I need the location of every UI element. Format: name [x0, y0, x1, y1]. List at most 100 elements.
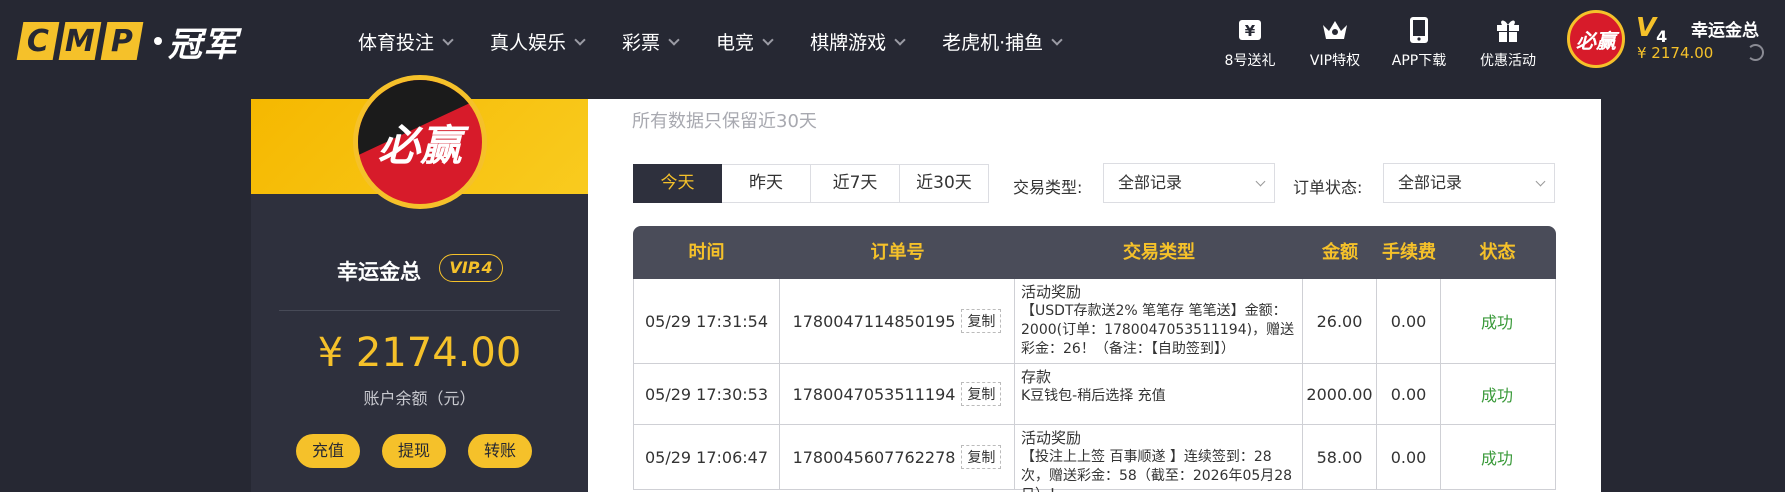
- col-amount: 金额: [1322, 242, 1358, 263]
- col-time: 时间: [688, 242, 725, 263]
- transfer-button[interactable]: 转账: [468, 434, 532, 468]
- avatar-text: 必赢: [1576, 28, 1616, 53]
- chevron-down-icon: [894, 33, 906, 46]
- order-number: 1780045607762278: [792, 447, 956, 467]
- refresh-icon[interactable]: [1747, 44, 1764, 61]
- type-detail: K豆钱包-稍后选择 充值: [1021, 388, 1166, 404]
- order-status-select[interactable]: 全部记录: [1383, 163, 1555, 203]
- nav-lottery[interactable]: 彩票: [622, 28, 680, 55]
- table-header: 时间 订单号 交易类型 金额 手续费 状态: [633, 226, 1556, 279]
- copy-button[interactable]: 复制: [961, 445, 1002, 469]
- nav-label: 体育投注: [358, 32, 435, 54]
- copy-button[interactable]: 复制: [961, 382, 1002, 406]
- cell-order: 1780045607762278 复制: [780, 425, 1015, 489]
- transaction-type-label: 交易类型:: [1013, 178, 1083, 197]
- cell-time: 05/29 17:06:47: [634, 425, 780, 489]
- cell-type: 活动奖励 【投注上上签 百事顺遂 】连续签到：28次，赠送彩金：58（截至：20…: [1015, 425, 1303, 492]
- tool-label: 优惠活动: [1480, 53, 1536, 69]
- type-title: 活动奖励: [1021, 283, 1082, 301]
- withdraw-button[interactable]: 提现: [382, 434, 446, 468]
- chevron-down-icon: [574, 33, 586, 46]
- chevron-down-icon: [442, 33, 454, 46]
- tool-label: 8号送礼: [1224, 53, 1276, 69]
- sidebar-username: 幸运金总: [337, 260, 421, 284]
- nav-esports[interactable]: 电竞: [716, 28, 774, 55]
- date-range-tabs: 今天 昨天 近7天 近30天: [633, 164, 989, 203]
- table-row: 05/29 17:06:47 1780045607762278 复制 活动奖励 …: [633, 425, 1556, 492]
- type-detail: 【投注上上签 百事顺遂 】连续签到：28次，赠送彩金：58（截至：2026年05…: [1021, 449, 1293, 492]
- cell-fee: 0.00: [1377, 425, 1441, 489]
- tool-vip[interactable]: VIP特权: [1300, 16, 1370, 70]
- col-order-number: 订单号: [870, 242, 925, 263]
- order-number: 1780047053511194: [792, 384, 956, 404]
- order-number: 1780047114850195: [792, 311, 956, 331]
- transaction-type-select[interactable]: 全部记录: [1103, 163, 1275, 203]
- nav-sports[interactable]: 体育投注: [358, 28, 454, 55]
- tool-gift-8[interactable]: ¥ 8号送礼: [1215, 16, 1285, 70]
- cell-type: 存款 K豆钱包-稍后选择 充值: [1015, 364, 1303, 424]
- type-title: 存款: [1021, 368, 1052, 386]
- cell-amount: 26.00: [1303, 279, 1377, 363]
- yen-gift-icon: ¥: [1215, 16, 1285, 44]
- tab-yesterday[interactable]: 昨天: [722, 164, 811, 203]
- cell-fee: 0.00: [1377, 279, 1441, 363]
- header-balance: ¥ 2174.00: [1637, 44, 1714, 62]
- main-nav: 体育投注 真人娱乐 彩票 电竞 棋牌游戏 老虎机·捕鱼: [358, 28, 1099, 55]
- deposit-button[interactable]: 充值: [296, 434, 360, 468]
- tool-app-download[interactable]: APP下载: [1384, 16, 1454, 70]
- vip-level-badge: V4: [1636, 13, 1667, 46]
- svg-text:¥: ¥: [1245, 22, 1256, 40]
- logo-letter-c: C: [26, 23, 50, 59]
- cell-order: 1780047114850195 复制: [780, 279, 1015, 363]
- tab-today[interactable]: 今天: [633, 164, 722, 203]
- copy-button[interactable]: 复制: [961, 309, 1002, 333]
- type-detail: 【USDT存款送2% 笔笔存 笔笔送】金额：2000(订单：1780047053…: [1021, 303, 1295, 357]
- cell-amount: 58.00: [1303, 425, 1377, 489]
- nav-label: 彩票: [622, 32, 661, 54]
- nav-label: 棋牌游戏: [810, 32, 887, 54]
- site-logo[interactable]: C M P 冠军: [16, 20, 238, 65]
- col-transaction-type: 交易类型: [1123, 242, 1195, 263]
- chevron-down-icon: [668, 33, 680, 46]
- chevron-down-icon: [1051, 33, 1063, 46]
- user-avatar[interactable]: 必赢: [1567, 10, 1625, 68]
- cell-status: 成功: [1480, 386, 1513, 405]
- nav-slots-fishing[interactable]: 老虎机·捕鱼: [942, 28, 1063, 55]
- crown-icon: [1300, 16, 1370, 44]
- order-status-label: 订单状态:: [1293, 178, 1363, 197]
- cell-time: 05/29 17:31:54: [634, 279, 780, 363]
- top-navbar: C M P 冠军 体育投注 真人娱乐 彩票 电竞 棋牌游戏 老虎机·捕鱼 ¥ 8…: [0, 0, 1785, 86]
- tool-label: VIP特权: [1309, 53, 1361, 69]
- sidebar-avatar: 必赢: [353, 75, 487, 209]
- type-title: 活动奖励: [1021, 429, 1082, 447]
- tool-label: APP下载: [1391, 53, 1447, 69]
- sidebar-balance-label: 账户余额（元）: [363, 389, 476, 408]
- sidebar-balance: ¥ 2174.00: [317, 330, 522, 376]
- chevron-down-icon: [762, 33, 774, 46]
- select-value: 全部记录: [1398, 173, 1463, 192]
- sidebar-vip-badge: VIP.4: [439, 254, 503, 282]
- account-sidebar: 必赢 幸运金总 VIP.4 ¥ 2174.00 账户余额（元） 充值 提现 转账: [251, 75, 588, 492]
- gift-icon: [1473, 16, 1543, 44]
- retention-notice: 所有数据只保留近30天: [632, 111, 817, 132]
- cell-amount: 2000.00: [1303, 364, 1377, 424]
- logo-letter-m: M: [65, 23, 95, 59]
- nav-card-games[interactable]: 棋牌游戏: [810, 28, 906, 55]
- cell-time: 05/29 17:30:53: [634, 364, 780, 424]
- logo-dot: [154, 37, 162, 45]
- logo-letter-p: P: [111, 23, 133, 59]
- mobile-icon: [1384, 16, 1454, 44]
- cell-status: 成功: [1480, 313, 1513, 332]
- table-row: 05/29 17:31:54 1780047114850195 复制 活动奖励 …: [633, 279, 1556, 364]
- chevron-down-icon: [1255, 176, 1266, 187]
- tool-promotions[interactable]: 优惠活动: [1473, 16, 1543, 70]
- nav-label: 真人娱乐: [490, 32, 567, 54]
- transactions-table: 时间 订单号 交易类型 金额 手续费 状态 05/29 17:31:54 178…: [633, 226, 1556, 492]
- select-value: 全部记录: [1118, 173, 1183, 192]
- nav-live-casino[interactable]: 真人娱乐: [490, 28, 586, 55]
- divider: [279, 310, 560, 311]
- tab-last-7-days[interactable]: 近7天: [811, 164, 900, 203]
- header-username: 幸运金总: [1691, 21, 1759, 41]
- tab-last-30-days[interactable]: 近30天: [900, 164, 989, 203]
- vip-prefix: V: [1636, 13, 1657, 43]
